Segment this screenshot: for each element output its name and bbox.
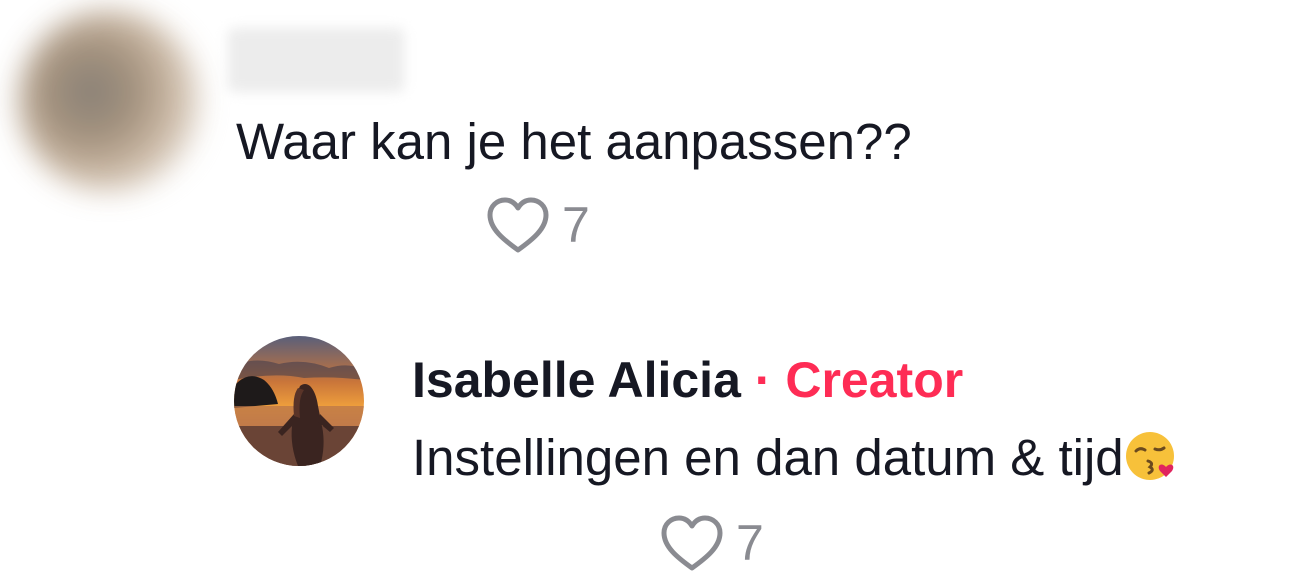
creator-badge: Creator <box>785 352 964 408</box>
comment-thread: Waar kan je het aanpassen?? 7 Isabelle A… <box>0 0 1314 586</box>
author-name[interactable]: Isabelle Alicia <box>412 352 741 408</box>
avatar-creator[interactable] <box>234 336 364 466</box>
like-button[interactable]: 7 <box>484 194 590 256</box>
reply-header: Isabelle Alicia · Creator <box>412 350 963 410</box>
kissing-face-with-heart-icon <box>1125 432 1174 480</box>
reply-text-content: Instellingen en dan datum & tijd <box>412 429 1124 486</box>
avatar-commenter-blurred[interactable] <box>18 10 200 192</box>
reply-like-button[interactable]: 7 <box>658 512 764 574</box>
reply-text: Instellingen en dan datum & tijd <box>412 428 1178 488</box>
like-count: 7 <box>736 515 764 571</box>
heart-outline-icon[interactable] <box>484 194 552 256</box>
comment-text: Waar kan je het aanpassen?? <box>236 113 912 170</box>
username-blurred[interactable] <box>228 28 404 92</box>
heart-outline-icon[interactable] <box>658 512 726 574</box>
like-count: 7 <box>562 197 590 253</box>
separator-dot: · <box>754 352 772 408</box>
